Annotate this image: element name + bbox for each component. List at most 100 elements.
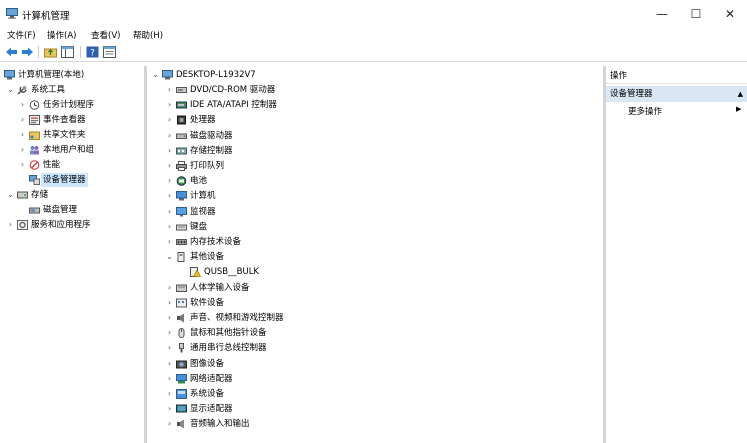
expand-icon[interactable]: ›	[165, 220, 174, 234]
close-button[interactable]: ✕	[716, 4, 744, 24]
expand-icon[interactable]: ›	[165, 235, 174, 249]
svg-text:?: ?	[90, 49, 95, 59]
forward-icon[interactable]	[21, 46, 34, 58]
display-adapter-icon	[176, 404, 187, 413]
processor-icon	[177, 115, 186, 125]
expand-icon[interactable]: ›	[165, 159, 174, 173]
computer-management-icon	[4, 70, 15, 80]
device-category-label: 通用串行总线控制器	[190, 343, 267, 354]
event-viewer-icon	[29, 115, 40, 125]
performance-icon	[29, 160, 40, 170]
tree-item-label: 本地用户和组	[43, 145, 95, 155]
help-icon[interactable]: ?	[86, 46, 99, 58]
tree-item-label: 事件查看器	[43, 115, 86, 125]
device-category-label: 其他设备	[190, 252, 225, 263]
up-folder-icon[interactable]	[44, 46, 57, 58]
menu-action[interactable]: 操作(A)	[47, 29, 76, 41]
device-category-label: 磁盘驱动器	[190, 130, 233, 141]
expand-icon[interactable]: ›	[6, 218, 15, 232]
properties-icon[interactable]	[103, 46, 116, 58]
expand-icon[interactable]: ›	[165, 83, 174, 97]
camera-icon	[176, 360, 187, 369]
computer-icon	[162, 70, 173, 80]
expand-icon[interactable]: ›	[18, 128, 27, 142]
toolbar-separator	[38, 46, 39, 58]
actions-section-device-manager[interactable]: 设备管理器 ▲	[606, 86, 747, 102]
system-device-icon	[176, 389, 187, 399]
expand-icon[interactable]: ›	[165, 113, 174, 127]
storage-controller-icon	[176, 147, 187, 155]
expand-icon[interactable]: ›	[165, 144, 174, 158]
tree-item-label: 设备管理器	[41, 173, 88, 187]
collapse-icon[interactable]: ⌄	[6, 188, 15, 202]
users-icon	[30, 146, 39, 155]
toolbar-separator	[80, 46, 81, 58]
expand-icon[interactable]: ›	[18, 113, 27, 127]
battery-icon	[176, 176, 187, 186]
network-adapter-icon	[176, 373, 187, 384]
device-category-label: 系统设备	[190, 389, 225, 399]
shared-folder-icon	[29, 131, 40, 140]
more-actions-link[interactable]: 更多操作	[628, 105, 662, 117]
actions-pane: 操作 设备管理器 ▲ 更多操作 ▶	[606, 66, 747, 443]
expand-icon[interactable]: ›	[165, 296, 174, 310]
expand-icon[interactable]: ›	[165, 174, 174, 188]
collapse-caret-icon[interactable]: ▲	[738, 86, 743, 102]
audio-io-icon	[177, 419, 184, 429]
device-tree-pane: ⌄ DESKTOP-L1932V7 › DVD/CD-ROM 驱动器 › IDE AT…	[147, 66, 602, 443]
device-category-label: 键盘	[190, 221, 208, 232]
disk-drive-icon	[176, 133, 187, 139]
device-category-label: 存储控制器	[190, 145, 233, 156]
usb-icon	[179, 343, 184, 353]
expand-icon[interactable]: ›	[165, 205, 174, 219]
tree-item-label: 系统工具	[31, 85, 66, 95]
maximize-button[interactable]: ☐	[682, 4, 710, 24]
device-manager-icon	[29, 175, 40, 185]
device-category-label: 人体学输入设备	[190, 282, 250, 293]
device-category-label: 显示适配器	[190, 404, 233, 415]
expand-icon[interactable]: ›	[165, 372, 174, 386]
device-category-label: 处理器	[190, 115, 216, 126]
submenu-arrow-icon[interactable]: ▶	[736, 105, 741, 113]
menu-bar: 文件(F) 操作(A) 查看(V) 帮助(H)	[0, 28, 747, 42]
tree-item-label: 计算机管理(本地)	[18, 70, 85, 80]
expand-icon[interactable]: ›	[165, 357, 174, 371]
printer-icon	[176, 161, 187, 171]
expand-icon[interactable]: ›	[165, 417, 174, 431]
collapse-icon[interactable]: ⌄	[151, 68, 160, 82]
storage-icon	[17, 191, 28, 199]
expand-icon[interactable]: ›	[165, 98, 174, 112]
tree-item-label: 磁盘管理	[43, 205, 78, 215]
collapse-icon[interactable]: ⌄	[6, 83, 15, 97]
menu-help[interactable]: 帮助(H)	[133, 29, 163, 41]
device-category-label: DVD/CD-ROM 驱动器	[190, 85, 276, 95]
expand-icon[interactable]: ›	[165, 387, 174, 401]
back-icon[interactable]	[5, 46, 18, 58]
expand-icon[interactable]: ›	[165, 129, 174, 143]
expand-icon[interactable]: ›	[165, 311, 174, 325]
warning-device-icon	[190, 267, 201, 278]
software-device-icon	[176, 298, 187, 308]
expand-icon[interactable]: ›	[18, 158, 27, 172]
expand-icon[interactable]: ›	[165, 402, 174, 416]
expand-icon[interactable]: ›	[165, 341, 174, 355]
device-category-label: 图像设备	[190, 358, 225, 369]
menu-file[interactable]: 文件(F)	[7, 29, 36, 41]
device-category-label: 鼠标和其他指针设备	[190, 328, 267, 339]
show-hide-tree-icon[interactable]	[61, 46, 74, 58]
expand-icon[interactable]: ›	[165, 281, 174, 295]
collapse-icon[interactable]: ⌄	[165, 250, 174, 264]
window-title: 计算机管理	[22, 11, 70, 22]
hid-icon	[176, 284, 187, 292]
monitor-icon	[176, 206, 187, 217]
device-category-label: QUSB__BULK	[204, 267, 260, 278]
disk-management-icon	[29, 207, 40, 214]
expand-icon[interactable]: ›	[165, 326, 174, 340]
expand-icon[interactable]: ›	[18, 98, 27, 112]
expand-icon[interactable]: ›	[18, 143, 27, 157]
menu-view[interactable]: 查看(V)	[91, 29, 120, 41]
tree-item-label: 性能	[43, 160, 61, 170]
minimize-button[interactable]: —	[648, 4, 676, 24]
device-category-label: 内存技术设备	[190, 237, 242, 247]
expand-icon[interactable]: ›	[165, 189, 174, 203]
